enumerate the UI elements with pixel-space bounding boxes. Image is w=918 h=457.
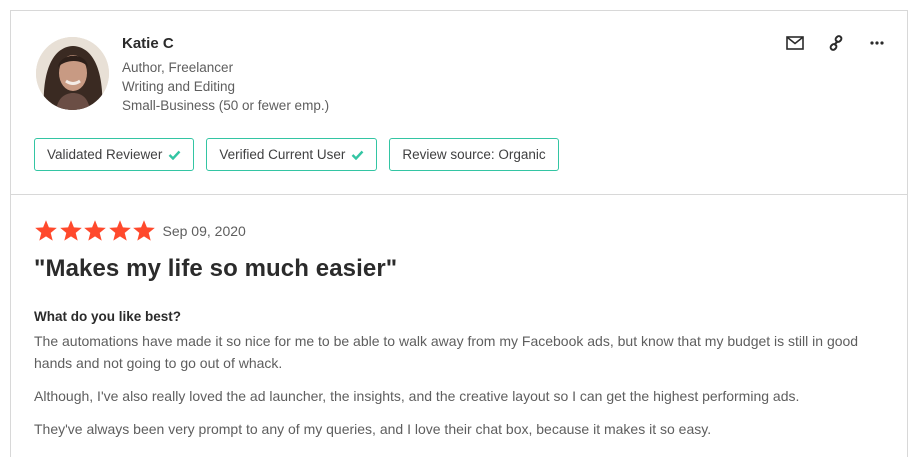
more-icon[interactable] (867, 33, 887, 53)
star-rating (34, 219, 157, 243)
reviewer-job-title: Author, Freelancer (122, 60, 234, 75)
reviewer-industry: Writing and Editing (122, 79, 236, 94)
review-title: "Makes my life so much easier" (34, 255, 398, 282)
star-icon (84, 220, 106, 241)
reviewer-company-size: Small-Business (50 or fewer emp.) (122, 98, 330, 113)
check-icon (168, 150, 181, 160)
badge-label: Review source: Organic (402, 147, 546, 162)
star-icon (35, 220, 57, 241)
check-icon (352, 150, 364, 160)
star-icon (133, 220, 155, 241)
badge-label: Validated Reviewer (47, 147, 163, 162)
review-body: Sep 09, 2020 "Makes my life so much easi… (11, 195, 907, 440)
review-actions (764, 33, 887, 53)
review-date: Sep 09, 2020 (162, 223, 246, 239)
badge-review-source[interactable]: Review source: Organic (389, 138, 559, 171)
link-icon[interactable] (826, 33, 846, 53)
review-paragraph: They've always been very prompt to any o… (34, 421, 712, 437)
avatar[interactable] (36, 37, 109, 110)
review-paragraph: The automations have made it so nice for… (34, 333, 859, 371)
reviewer-badges: Validated Reviewer Verified Current User… (34, 138, 571, 171)
badge-label: Verified Current User (219, 147, 346, 162)
star-icon (108, 220, 131, 241)
reviewer-header: Katie C Author, Freelancer Writing and E… (11, 11, 907, 195)
rating-row: Sep 09, 2020 (34, 219, 884, 243)
badge-validated-reviewer[interactable]: Validated Reviewer (34, 138, 195, 171)
reviewer-name[interactable]: Katie C (122, 35, 174, 52)
star-icon (59, 220, 82, 241)
review-paragraph: Although, I've also really loved the ad … (34, 388, 800, 404)
review-card: Katie C Author, Freelancer Writing and E… (10, 10, 908, 457)
badge-verified-current-user[interactable]: Verified Current User (206, 138, 378, 171)
question-label: What do you like best? (34, 309, 182, 324)
mail-icon[interactable] (785, 33, 805, 53)
